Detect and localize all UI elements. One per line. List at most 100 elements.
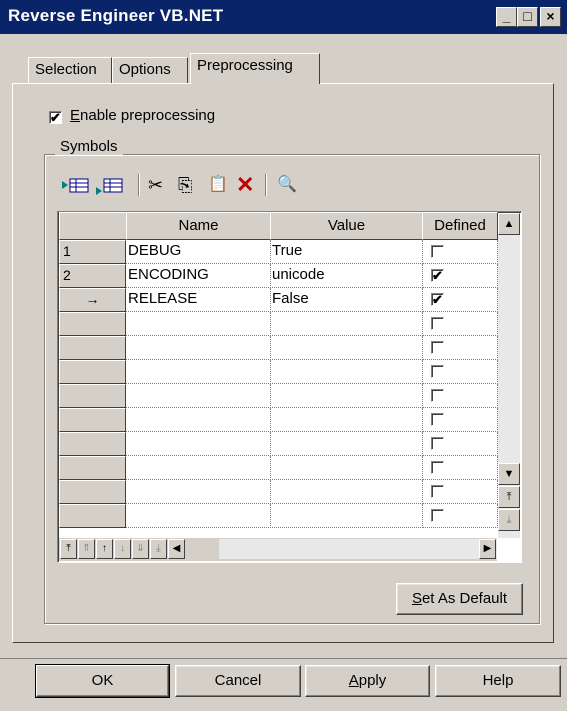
scroll-up-icon[interactable]: ▲ [498, 213, 520, 235]
name-cell[interactable] [126, 384, 271, 408]
scroll-down-icon[interactable]: ▼ [498, 463, 520, 485]
defined-checkbox[interactable] [431, 437, 444, 450]
defined-checkbox[interactable] [431, 413, 444, 426]
name-cell[interactable] [126, 360, 271, 384]
defined-checkbox[interactable] [431, 365, 444, 378]
defined-cell[interactable] [422, 240, 498, 264]
ok-button[interactable]: OK [36, 665, 169, 697]
help-button[interactable]: Help [435, 665, 561, 697]
defined-checkbox[interactable] [431, 485, 444, 498]
defined-cell[interactable]: ✔ [422, 264, 498, 288]
defined-cell[interactable]: ✔ [422, 288, 498, 312]
name-cell[interactable] [126, 408, 271, 432]
enable-preprocessing-checkbox[interactable]: ✔ [49, 111, 62, 124]
defined-checkbox[interactable] [431, 317, 444, 330]
defined-cell[interactable] [422, 456, 498, 480]
table-row[interactable] [59, 432, 498, 456]
row-header[interactable] [59, 432, 126, 456]
table-row[interactable] [59, 504, 498, 528]
move-up-page-icon[interactable]: ⇑ [78, 539, 95, 559]
value-cell[interactable] [270, 480, 423, 504]
move-to-top-icon[interactable]: ⤒ [60, 539, 77, 559]
defined-checkbox[interactable] [431, 341, 444, 354]
value-cell[interactable]: True [270, 240, 423, 264]
tab-options[interactable]: Options [112, 57, 188, 83]
apply-button[interactable]: Apply [305, 665, 430, 697]
tab-selection[interactable]: Selection [28, 57, 112, 83]
vertical-scrollbar[interactable]: ▲ ▼ ⤒ ⤓ [498, 213, 520, 538]
row-header[interactable] [59, 456, 126, 480]
row-header[interactable]: 2 [59, 264, 126, 288]
copy-icon[interactable]: ⎘ [178, 174, 192, 196]
defined-cell[interactable] [422, 336, 498, 360]
defined-checkbox[interactable]: ✔ [431, 293, 444, 306]
column-header-value[interactable]: Value [270, 212, 423, 240]
name-cell[interactable] [126, 504, 271, 528]
row-header[interactable]: → [59, 288, 126, 312]
table-row[interactable]: 2 ENCODING unicode ✔ [59, 264, 498, 288]
find-icon[interactable]: 🔍 [277, 174, 297, 196]
table-row[interactable] [59, 360, 498, 384]
move-down-page-icon[interactable]: ⇓ [132, 539, 149, 559]
table-row[interactable] [59, 456, 498, 480]
value-cell[interactable] [270, 504, 423, 528]
title-bar[interactable]: Reverse Engineer VB.NET _ □ × [0, 0, 567, 34]
defined-checkbox[interactable] [431, 245, 444, 258]
move-down-icon[interactable]: ↓ [114, 539, 131, 559]
paste-icon[interactable]: 📋 [208, 174, 228, 196]
table-row[interactable] [59, 312, 498, 336]
defined-cell[interactable] [422, 408, 498, 432]
value-cell[interactable] [270, 456, 423, 480]
name-cell[interactable] [126, 432, 271, 456]
value-cell[interactable]: False [270, 288, 423, 312]
tab-preprocessing[interactable]: Preprocessing [190, 53, 320, 84]
close-button[interactable]: × [540, 7, 561, 27]
row-header[interactable] [59, 336, 126, 360]
add-row-icon[interactable] [94, 174, 124, 196]
horizontal-scrollbar[interactable] [219, 539, 497, 559]
name-cell[interactable]: DEBUG [126, 240, 271, 264]
maximize-button[interactable]: □ [517, 7, 538, 27]
defined-checkbox[interactable] [431, 389, 444, 402]
table-row[interactable]: 1 DEBUG True [59, 240, 498, 264]
defined-checkbox[interactable] [431, 461, 444, 474]
move-up-icon[interactable]: ↑ [96, 539, 113, 559]
row-header[interactable] [59, 504, 126, 528]
column-header-defined[interactable]: Defined [422, 212, 498, 240]
scroll-top-icon[interactable]: ⤒ [498, 486, 520, 508]
symbols-grid[interactable]: Name Value Defined 1 DEBUG True 2 ENCODING un… [57, 211, 522, 563]
row-header[interactable] [59, 480, 126, 504]
enable-preprocessing-label[interactable]: Enable preprocessing [70, 107, 215, 124]
value-cell[interactable] [270, 312, 423, 336]
value-cell[interactable] [270, 432, 423, 456]
row-header[interactable] [59, 360, 126, 384]
name-cell[interactable]: RELEASE [126, 288, 271, 312]
defined-checkbox[interactable]: ✔ [431, 269, 444, 282]
name-cell[interactable] [126, 336, 271, 360]
table-row[interactable] [59, 408, 498, 432]
defined-cell[interactable] [422, 384, 498, 408]
value-cell[interactable] [270, 360, 423, 384]
cut-icon[interactable]: ✂ [148, 174, 163, 196]
column-header-name[interactable]: Name [126, 212, 271, 240]
defined-cell[interactable] [422, 504, 498, 528]
value-cell[interactable] [270, 408, 423, 432]
name-cell[interactable] [126, 456, 271, 480]
defined-cell[interactable] [422, 312, 498, 336]
table-row[interactable] [59, 384, 498, 408]
name-cell[interactable] [126, 312, 271, 336]
value-cell[interactable] [270, 384, 423, 408]
defined-cell[interactable] [422, 360, 498, 384]
table-row[interactable] [59, 336, 498, 360]
value-cell[interactable]: unicode [270, 264, 423, 288]
value-cell[interactable] [270, 336, 423, 360]
defined-checkbox[interactable] [431, 509, 444, 522]
name-cell[interactable] [126, 480, 271, 504]
set-as-default-button[interactable]: Set As Default [396, 583, 523, 615]
move-to-bottom-icon[interactable]: ⤓ [150, 539, 167, 559]
insert-row-icon[interactable] [60, 174, 90, 196]
name-cell[interactable]: ENCODING [126, 264, 271, 288]
row-header[interactable]: 1 [59, 240, 126, 264]
minimize-button[interactable]: _ [496, 7, 517, 27]
table-row[interactable] [59, 480, 498, 504]
